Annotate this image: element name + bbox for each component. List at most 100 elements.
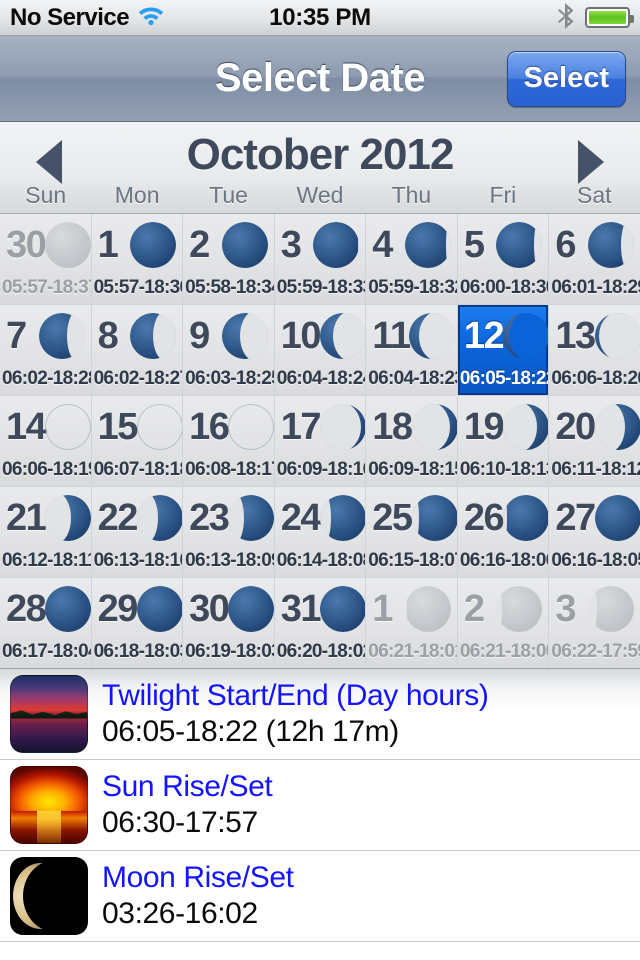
calendar-grid: 30 05:57-18:37 1 05:57-18:36 2 05:58-18:34 3 05… — [0, 214, 640, 669]
moon-phase-icon — [319, 586, 366, 632]
calendar-day-cell[interactable]: 9 06:03-18:25 — [183, 305, 274, 395]
calendar-cell-top: 30 — [183, 578, 274, 640]
day-number: 24 — [280, 497, 322, 539]
day-number: 26 — [463, 497, 505, 539]
day-number: 14 — [6, 406, 47, 448]
detail-list-item[interactable]: Sun Rise/Set 06:30-17:57 — [0, 760, 640, 851]
moon-phase-icon — [137, 404, 182, 450]
sun-times-label: 06:03-18:25 — [185, 368, 274, 389]
calendar-day-cell[interactable]: 2 05:58-18:34 — [183, 214, 274, 304]
calendar-day-cell[interactable]: 27 06:16-18:05 — [549, 487, 640, 577]
sun-times-label: 06:12-18:11 — [2, 550, 91, 571]
calendar-day-cell[interactable]: 30 05:57-18:37 — [0, 214, 91, 304]
day-number: 2 — [463, 588, 485, 630]
sunset-thumbnail — [10, 766, 88, 844]
day-number: 1 — [372, 588, 393, 630]
page-title: Select Date — [214, 56, 426, 100]
calendar-cell-top: 5 — [458, 214, 549, 276]
calendar-day-cell[interactable]: 6 06:01-18:29 — [549, 214, 640, 304]
calendar-day-cell[interactable]: 21 06:12-18:11 — [0, 487, 91, 577]
calendar-day-cell[interactable]: 15 06:07-18:18 — [91, 396, 183, 486]
calendar-day-cell[interactable]: 17 06:09-18:16 — [274, 396, 366, 486]
day-number: 22 — [97, 497, 139, 539]
calendar-day-cell[interactable]: 8 06:02-18:27 — [91, 305, 183, 395]
calendar-day-cell[interactable]: 2 06:21-18:00 — [457, 578, 549, 668]
sun-times-label: 06:11-18:12 — [551, 459, 640, 480]
moon-phase-icon — [496, 586, 543, 632]
select-button[interactable]: Select — [506, 50, 626, 107]
calendar-day-cell[interactable]: 31 06:20-18:02 — [274, 578, 366, 668]
calendar-cell-top: 23 — [183, 487, 274, 549]
day-number: 1 — [97, 224, 119, 266]
calendar-day-cell[interactable]: 25 06:15-18:07 — [366, 487, 457, 577]
day-number: 15 — [97, 406, 139, 448]
moon-phase-icon — [411, 404, 457, 450]
calendar-day-cell[interactable]: 7 06:02-18:28 — [0, 305, 91, 395]
calendar-day-cell[interactable]: 11 06:04-18:23 — [366, 305, 457, 395]
calendar-day-cell[interactable]: 24 06:14-18:08 — [274, 487, 366, 577]
day-number: 19 — [463, 406, 505, 448]
calendar-day-cell[interactable]: 26 06:16-18:06 — [457, 487, 549, 577]
sun-times-label: 06:16-18:06 — [459, 550, 549, 571]
day-number: 28 — [6, 588, 47, 630]
day-number: 8 — [97, 315, 119, 357]
calendar-cell-top: 11 — [366, 305, 457, 367]
calendar-day-cell[interactable]: 12 06:05-18:22 — [457, 305, 549, 395]
calendar-day-cell[interactable]: 10 06:04-18:24 — [274, 305, 366, 395]
calendar-cell-top: 19 — [458, 396, 549, 458]
day-of-week-mon: Mon — [114, 182, 160, 208]
calendar-day-cell[interactable]: 23 06:13-18:09 — [183, 487, 274, 577]
calendar-day-cell[interactable]: 3 06:22-17:59 — [549, 578, 640, 668]
calendar-day-cell[interactable]: 30 06:19-18:03 — [183, 578, 274, 668]
triangle-right-icon[interactable] — [578, 140, 604, 184]
calendar-cell-top: 26 — [458, 487, 549, 549]
calendar-day-cell[interactable]: 28 06:17-18:04 — [0, 578, 91, 668]
calendar-day-cell[interactable]: 1 06:21-18:01 — [366, 578, 457, 668]
calendar-day-cell[interactable]: 18 06:09-18:15 — [366, 396, 457, 486]
calendar-cell-top: 12 — [458, 305, 549, 367]
calendar-day-cell[interactable]: 1 05:57-18:36 — [91, 214, 183, 304]
calendar-cell-top: 7 — [0, 305, 91, 367]
moon-phase-icon — [45, 222, 91, 268]
moon-phase-icon — [45, 495, 91, 541]
sun-times-label: 06:20-18:02 — [276, 641, 366, 662]
day-number: 3 — [555, 588, 576, 630]
sun-times-label: 06:21-18:00 — [459, 641, 549, 662]
month-navigation-bar: October 2012 Sun Mon Tue Wed Thu Fri Sat — [0, 122, 640, 214]
calendar-day-cell[interactable]: 19 06:10-18:13 — [457, 396, 549, 486]
moon-phase-icon — [404, 222, 451, 268]
calendar-cell-top: 22 — [92, 487, 183, 549]
calendar-day-cell[interactable]: 16 06:08-18:17 — [183, 396, 274, 486]
day-number: 23 — [189, 497, 230, 539]
day-of-week-tue: Tue — [209, 182, 248, 208]
calendar-cell-top: 31 — [275, 578, 366, 640]
sun-times-label: 06:17-18:04 — [2, 641, 91, 662]
moon-phase-icon — [38, 313, 85, 359]
calendar-day-cell[interactable]: 5 06:00-18:30 — [457, 214, 549, 304]
sun-times-label: 06:07-18:18 — [93, 459, 183, 480]
day-number: 16 — [189, 406, 230, 448]
calendar-cell-top: 21 — [0, 487, 91, 549]
calendar-day-cell[interactable]: 4 05:59-18:32 — [366, 214, 457, 304]
day-number: 13 — [555, 315, 596, 357]
calendar-day-cell[interactable]: 29 06:18-18:03 — [91, 578, 183, 668]
day-number: 3 — [280, 224, 302, 266]
calendar-cell-top: 16 — [183, 396, 274, 458]
calendar-day-cell[interactable]: 14 06:06-18:19 — [0, 396, 91, 486]
moon-phase-icon — [130, 313, 177, 359]
day-number: 7 — [6, 315, 27, 357]
calendar-day-cell[interactable]: 13 06:06-18:20 — [549, 305, 640, 395]
sun-times-label: 06:22-17:59 — [551, 641, 640, 662]
sun-times-label: 06:06-18:20 — [551, 368, 640, 389]
detail-list-item[interactable]: Moon Rise/Set 03:26-16:02 — [0, 851, 640, 942]
calendar-day-cell[interactable]: 22 06:13-18:10 — [91, 487, 183, 577]
day-number: 18 — [372, 406, 413, 448]
detail-item-title: Twilight Start/End (Day hours) — [102, 679, 489, 713]
sun-times-label: 06:08-18:17 — [185, 459, 274, 480]
calendar-day-cell[interactable]: 3 05:59-18:33 — [274, 214, 366, 304]
detail-item-value: 03:26-16:02 — [102, 897, 258, 930]
detail-list-item[interactable]: Twilight Start/End (Day hours) 06:05-18:2… — [0, 669, 640, 760]
moon-phase-icon — [221, 222, 268, 268]
calendar-day-cell[interactable]: 20 06:11-18:12 — [549, 396, 640, 486]
moon-phase-icon — [503, 404, 549, 450]
